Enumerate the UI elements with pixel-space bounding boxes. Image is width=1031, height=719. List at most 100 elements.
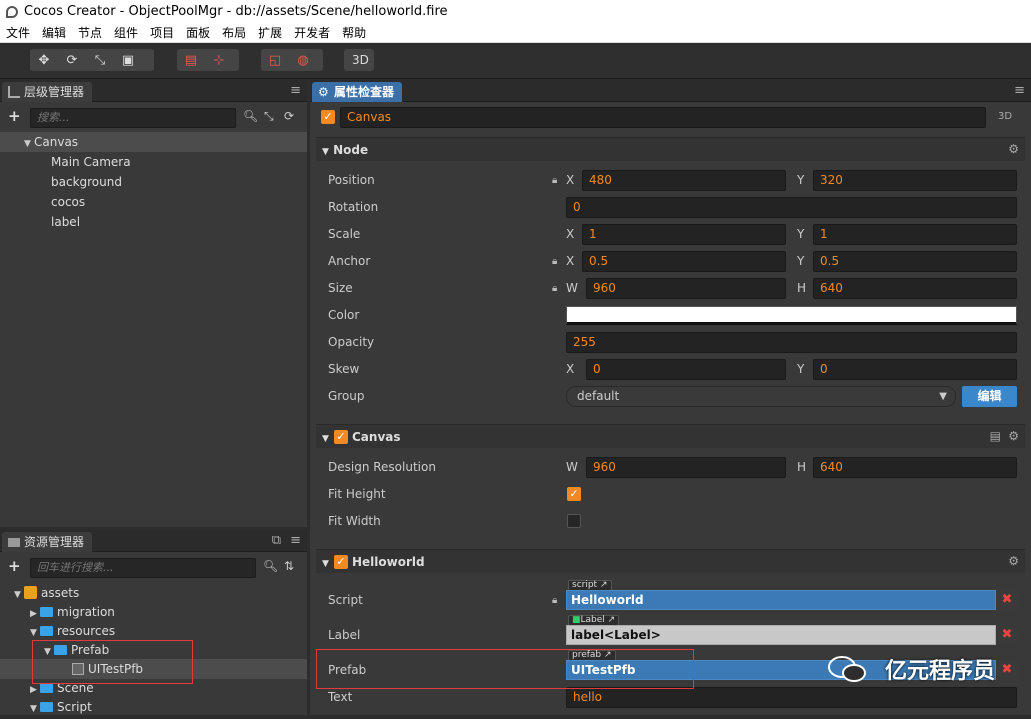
menu-help[interactable]: 帮助 xyxy=(336,24,372,41)
opacity-input[interactable]: 255 xyxy=(566,332,1017,353)
fit-width-checkbox[interactable] xyxy=(567,514,581,528)
menu-icon[interactable]: ≡ xyxy=(290,83,301,98)
lock-icon[interactable]: 🔒︎ xyxy=(552,175,557,186)
gear-icon[interactable]: ⚙ xyxy=(1008,142,1019,156)
fit-height-label: Fit Height xyxy=(328,487,386,501)
menu-project[interactable]: 项目 xyxy=(144,24,180,41)
text-input[interactable]: hello xyxy=(566,687,1017,708)
scale-tool-icon[interactable]: ⤡ xyxy=(86,49,114,71)
helloworld-enabled-checkbox[interactable]: ✓ xyxy=(334,555,348,569)
script-asset-field[interactable]: Helloworld xyxy=(566,590,996,610)
search-icon[interactable]: 🔍︎ xyxy=(243,109,258,123)
canvas-enabled-checkbox[interactable]: ✓ xyxy=(334,430,348,444)
clear-label-icon[interactable]: ✖ xyxy=(997,625,1017,645)
color-swatch[interactable] xyxy=(566,306,1017,325)
move-tool-icon[interactable]: ✥ xyxy=(30,49,58,71)
node-active-checkbox[interactable]: ✓ xyxy=(321,110,335,124)
menu-developer[interactable]: 开发者 xyxy=(288,24,336,41)
global-icon[interactable]: ◍ xyxy=(289,49,317,71)
label-ref-field[interactable]: label<Label> xyxy=(566,625,996,645)
popout-icon[interactable]: ⧉ xyxy=(272,533,281,548)
lock-icon[interactable]: 🔒︎ xyxy=(552,595,557,606)
menu-icon[interactable]: ≡ xyxy=(1014,83,1025,98)
asset-row-migration[interactable]: ▶ migration xyxy=(30,602,115,622)
position-y-input[interactable]: 320 xyxy=(813,170,1017,191)
skew-y-input[interactable]: 0 xyxy=(813,359,1017,380)
assets-tab[interactable]: 资源管理器 xyxy=(2,532,93,552)
helloworld-section-header[interactable]: ▼ ✓ Helloworld ⚙ xyxy=(316,549,1025,573)
menu-edit[interactable]: 编辑 xyxy=(36,24,72,41)
rect-tool-icon[interactable]: ▣ xyxy=(114,49,142,71)
menu-icon[interactable]: ≡ xyxy=(290,533,301,548)
lock-icon[interactable]: 🔒︎ xyxy=(552,283,557,294)
design-height-input[interactable]: 640 xyxy=(813,457,1017,478)
collapse-icon[interactable]: ⤡ xyxy=(264,109,274,124)
lock-icon[interactable]: 🔒︎ xyxy=(552,256,557,267)
rotation-label: Rotation xyxy=(328,200,379,214)
inspector-panel: ⚙ 属性检查器 ≡ ✓ Canvas 3D ▼ Node ⚙ Position … xyxy=(310,80,1031,715)
sort-icon[interactable]: ⇅ xyxy=(284,559,294,573)
assets-search-input[interactable]: 回车进行搜索... xyxy=(30,558,256,578)
script-label: Script xyxy=(328,593,363,607)
main-toolbar: ✥ ⟳ ⤡ ▣ ▤ ⊹ ◱ ◍ 3D xyxy=(0,43,1031,79)
tree-node[interactable]: Main Camera xyxy=(51,152,131,172)
fit-height-checkbox[interactable]: ✓ xyxy=(567,487,581,501)
mode-3d-label: 3D xyxy=(352,53,369,67)
edit-group-button[interactable]: 编辑 xyxy=(962,386,1017,407)
book-icon[interactable]: ▤ xyxy=(990,429,1001,443)
hierarchy-search-input[interactable]: 搜索... xyxy=(30,108,236,128)
rotation-input[interactable]: 0 xyxy=(566,197,1017,218)
search-icon[interactable]: 🔍︎ xyxy=(263,559,278,573)
hierarchy-tab-header: 层级管理器 ≡ xyxy=(0,80,307,102)
node-section-header[interactable]: ▼ Node ⚙ xyxy=(316,137,1025,161)
gear-icon[interactable]: ⚙ xyxy=(1008,554,1019,568)
canvas-section-header[interactable]: ▼ ✓ Canvas ▤ ⚙ xyxy=(316,424,1025,448)
scale-x-input[interactable]: 1 xyxy=(582,224,786,245)
gear-icon[interactable]: ⚙ xyxy=(1008,429,1019,443)
db-icon xyxy=(24,586,37,599)
tree-node[interactable]: background xyxy=(51,172,122,192)
menu-panel[interactable]: 面板 xyxy=(180,24,216,41)
skew-x-input[interactable]: 0 xyxy=(586,359,786,380)
menu-node[interactable]: 节点 xyxy=(72,24,108,41)
size-w-input[interactable]: 960 xyxy=(586,278,786,299)
add-asset-icon[interactable]: + xyxy=(8,557,21,575)
refresh-icon[interactable]: ⟳ xyxy=(284,109,294,123)
menu-file[interactable]: 文件 xyxy=(0,24,36,41)
node-name-input[interactable]: Canvas xyxy=(340,107,986,128)
local-icon[interactable]: ◱ xyxy=(261,49,289,71)
clear-prefab-icon[interactable]: ✖ xyxy=(997,660,1017,680)
menu-layout[interactable]: 布局 xyxy=(216,24,252,41)
mode-3d-button[interactable]: 3D xyxy=(344,49,374,71)
size-h-input[interactable]: 640 xyxy=(813,278,1017,299)
design-width-input[interactable]: 960 xyxy=(586,457,786,478)
asset-row-resources[interactable]: ▼ resources xyxy=(30,621,115,641)
external-link-icon[interactable]: ↗ xyxy=(600,580,608,590)
tree-node[interactable]: cocos xyxy=(51,192,85,212)
position-x-input[interactable]: 480 xyxy=(582,170,786,191)
anchor-x-input[interactable]: 0.5 xyxy=(582,251,786,272)
asset-row-script[interactable]: ▼ Script xyxy=(30,697,92,717)
add-node-icon[interactable]: + xyxy=(8,107,21,125)
asset-label: Script xyxy=(57,700,92,714)
menu-component[interactable]: 组件 xyxy=(108,24,144,41)
node-3d-label[interactable]: 3D xyxy=(998,111,1012,122)
external-link-icon[interactable]: ↗ xyxy=(608,615,616,625)
tree-node[interactable]: label xyxy=(51,212,80,232)
rotate-tool-icon[interactable]: ⟳ xyxy=(58,49,86,71)
inspector-tab[interactable]: ⚙ 属性检查器 xyxy=(312,82,403,102)
pivot-icon[interactable]: ▤ xyxy=(177,49,205,71)
menu-extension[interactable]: 扩展 xyxy=(252,24,288,41)
scale-y-input[interactable]: 1 xyxy=(813,224,1017,245)
menu-bar: 文件 编辑 节点 组件 项目 面板 布局 扩展 开发者 帮助 xyxy=(0,23,1031,43)
tree-node-canvas[interactable]: ▼ Canvas xyxy=(0,132,307,152)
axis-y-label: Y xyxy=(797,173,805,187)
hierarchy-tab[interactable]: 层级管理器 xyxy=(2,82,93,102)
assets-panel: 资源管理器 ⧉ ≡ + 回车进行搜索... 🔍︎ ⇅ ▼ assets ▶ migr… xyxy=(0,530,307,715)
group-select[interactable]: default ▼ xyxy=(566,386,956,407)
clear-script-icon[interactable]: ✖ xyxy=(997,590,1017,610)
assets-tab-header: 资源管理器 ⧉ ≡ xyxy=(0,530,307,552)
anchor-y-input[interactable]: 0.5 xyxy=(813,251,1017,272)
center-icon[interactable]: ⊹ xyxy=(205,49,233,71)
asset-row-assets[interactable]: ▼ assets xyxy=(14,583,79,603)
